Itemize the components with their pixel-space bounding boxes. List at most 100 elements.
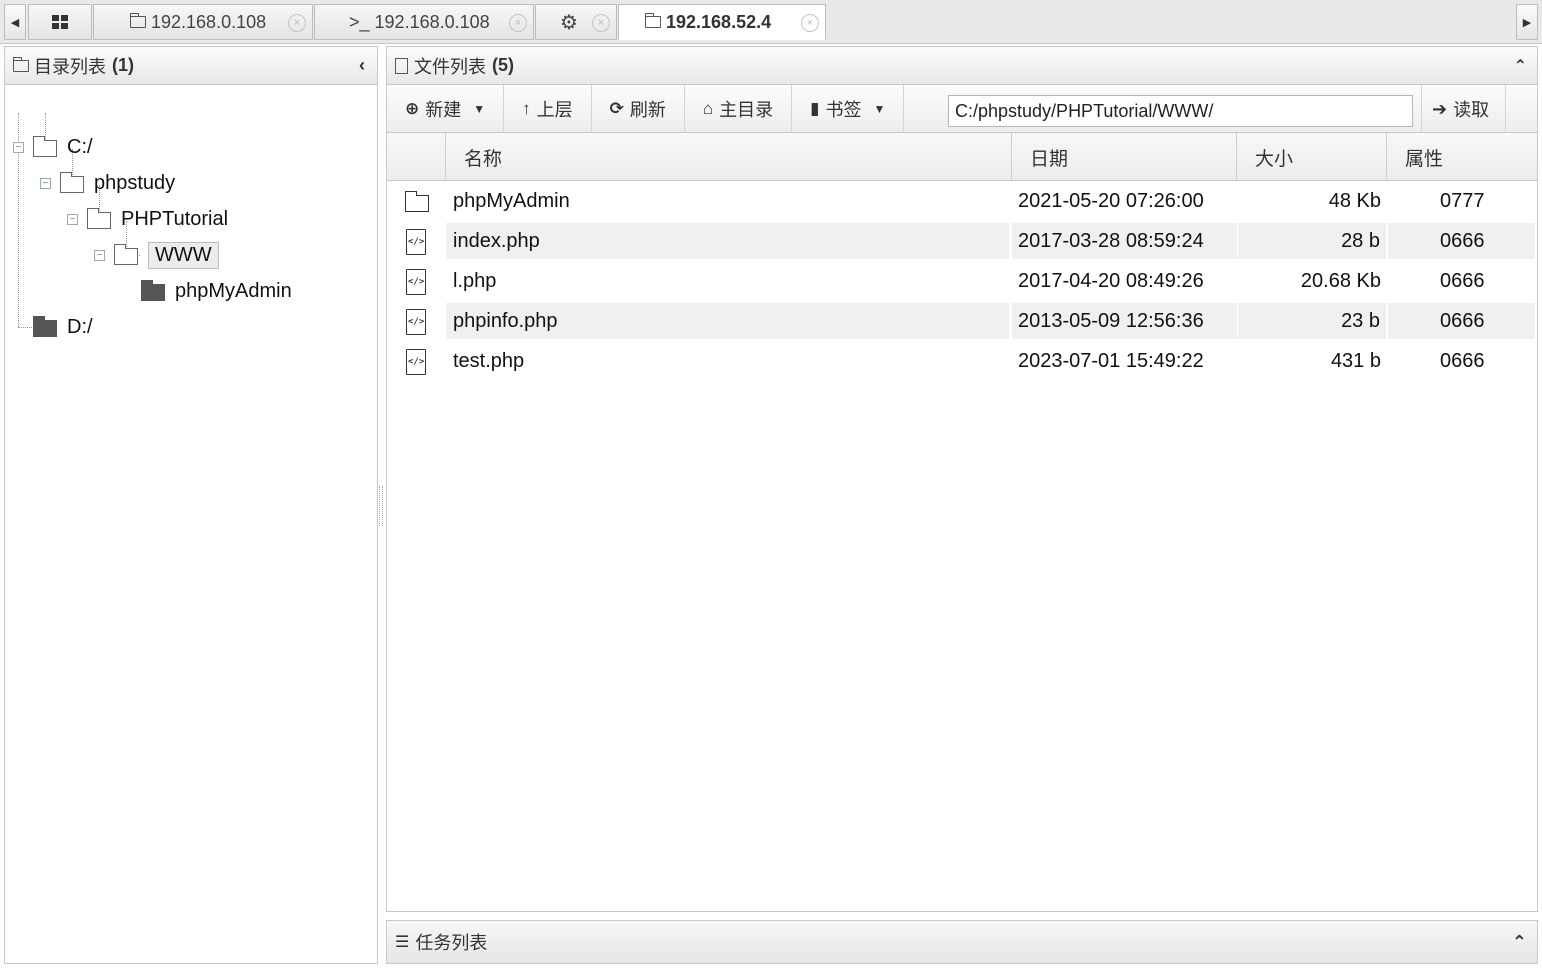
arrow-right-icon: ➔ bbox=[1432, 98, 1448, 119]
new-label: 新建 bbox=[425, 99, 462, 120]
file-grid-header: 名称 日期 大小 属性 bbox=[387, 133, 1537, 181]
new-button[interactable]: ⊕ 新建 ▼ bbox=[387, 85, 505, 132]
up-level-button[interactable]: ↑ 上层 bbox=[504, 85, 592, 132]
bookmark-icon: ▮ bbox=[810, 98, 820, 118]
bookmark-button[interactable]: ▮ 书签 ▼ bbox=[792, 85, 905, 132]
tree-item-label: C:/ bbox=[67, 135, 93, 158]
tree-item-phpstudy[interactable]: phpstudy bbox=[59, 168, 176, 198]
file-toolbar: ⊕ 新建 ▼ ↑ 上层 ⟳ 刷新 ⌂ 主目录 ▮ 书签 ▼ ➔ 读取 bbox=[387, 85, 1537, 133]
read-path-button[interactable]: ➔ 读取 bbox=[1421, 85, 1507, 133]
table-row[interactable]: test.php 2023-07-01 15:49:22 431 b 0666 bbox=[387, 343, 1535, 379]
folder-icon bbox=[129, 13, 146, 28]
close-icon[interactable]: × bbox=[509, 14, 527, 32]
bookmark-label: 书签 bbox=[825, 99, 862, 120]
file-size: 431 b bbox=[1330, 349, 1381, 372]
folder-icon bbox=[32, 316, 57, 337]
tree-item-phpmyadmin[interactable]: phpMyAdmin bbox=[140, 276, 292, 306]
close-icon[interactable]: × bbox=[592, 14, 610, 32]
column-header-name[interactable]: 名称 bbox=[446, 133, 1012, 181]
tree-item-label: phpstudy bbox=[94, 171, 176, 194]
column-header-size[interactable]: 大小 bbox=[1237, 133, 1387, 181]
home-directory-label: 主目录 bbox=[719, 99, 774, 120]
tab-label: 192.168.0.108 bbox=[151, 11, 267, 32]
file-panel-title: 文件列表 bbox=[414, 56, 486, 77]
tree-toggle-phptutorial[interactable]: − bbox=[67, 214, 78, 225]
path-input[interactable] bbox=[948, 95, 1413, 127]
php-file-icon bbox=[406, 309, 426, 335]
column-header-date[interactable]: 日期 bbox=[1012, 133, 1237, 181]
table-row[interactable]: phpMyAdmin 2021-05-20 07:26:00 48 Kb 077… bbox=[387, 183, 1535, 219]
collapse-file-panel-button[interactable]: ⌃ bbox=[1514, 56, 1527, 76]
file-count: (5) bbox=[492, 55, 514, 75]
tree-toggle-phpstudy[interactable]: − bbox=[40, 178, 51, 189]
tree-item-phptutorial[interactable]: PHPTutorial bbox=[86, 204, 228, 234]
column-header-icon bbox=[387, 133, 446, 181]
arrow-up-icon: ↑ bbox=[522, 98, 531, 118]
collapse-panel-button[interactable]: ‹ bbox=[359, 55, 365, 76]
home-directory-button[interactable]: ⌂ 主目录 bbox=[685, 85, 793, 132]
task-panel-title: 任务列表 bbox=[415, 933, 488, 953]
table-row[interactable]: l.php 2017-04-20 08:49:26 20.68 Kb 0666 bbox=[387, 263, 1535, 299]
php-file-icon bbox=[406, 269, 426, 295]
file-panel-header: 文件列表 (5) ⌃ bbox=[387, 47, 1537, 85]
tab-file-manager-active[interactable]: 192.168.52.4 × bbox=[618, 4, 826, 40]
file-size: 23 b bbox=[1238, 303, 1386, 339]
directory-count: (1) bbox=[112, 55, 134, 75]
tab-settings[interactable]: ⚙ × bbox=[535, 4, 617, 40]
caret-down-icon: ▼ bbox=[473, 101, 486, 116]
file-date: 2021-05-20 07:26:00 bbox=[1018, 189, 1204, 212]
table-row[interactable]: phpinfo.php 2013-05-09 12:56:36 23 b 066… bbox=[387, 303, 1535, 339]
file-name: phpinfo.php bbox=[446, 303, 1009, 339]
php-file-icon bbox=[406, 229, 426, 255]
plus-circle-icon: ⊕ bbox=[405, 98, 420, 118]
file-attributes: 0666 bbox=[1388, 223, 1535, 259]
task-panel[interactable]: ☰ 任务列表 ⌃ bbox=[386, 920, 1538, 964]
refresh-button[interactable]: ⟳ 刷新 bbox=[592, 85, 685, 132]
column-header-attributes[interactable]: 属性 bbox=[1387, 133, 1535, 181]
tab-scroll-right-button[interactable]: ▶ bbox=[1516, 4, 1538, 40]
file-icon bbox=[395, 57, 408, 74]
read-label: 读取 bbox=[1453, 100, 1490, 120]
folder-icon bbox=[86, 208, 111, 229]
tab-terminal[interactable]: >_ 192.168.0.108 × bbox=[314, 4, 534, 40]
file-attributes: 0666 bbox=[1440, 349, 1485, 372]
folder-icon bbox=[644, 13, 661, 28]
close-icon[interactable]: × bbox=[801, 14, 819, 32]
home-icon: ⌂ bbox=[702, 98, 714, 118]
tab-dashboard[interactable] bbox=[28, 4, 92, 40]
tab-file-manager-1[interactable]: 192.168.0.108 × bbox=[93, 4, 313, 40]
tree-toggle-www[interactable]: − bbox=[94, 250, 105, 261]
tree-item-label: phpMyAdmin bbox=[175, 279, 292, 302]
caret-left-icon: ◀ bbox=[10, 16, 20, 29]
file-date: 2017-03-28 08:59:24 bbox=[1012, 223, 1237, 259]
caret-down-icon: ▼ bbox=[873, 101, 886, 116]
tab-bar: ◀ 192.168.0.108 × >_ 192.168.0.108 × ⚙ ×… bbox=[0, 0, 1542, 44]
tree-item-label: WWW bbox=[148, 241, 219, 269]
up-level-label: 上层 bbox=[536, 99, 573, 120]
file-name: l.php bbox=[453, 269, 497, 292]
tree-item-d-drive[interactable]: D:/ bbox=[32, 312, 93, 342]
close-icon[interactable]: × bbox=[288, 14, 306, 32]
folder-icon bbox=[140, 280, 165, 301]
file-attributes: 0666 bbox=[1440, 269, 1485, 292]
panel-splitter-handle[interactable] bbox=[379, 486, 383, 526]
folder-icon bbox=[59, 172, 84, 193]
tree-item-c-drive[interactable]: C:/ bbox=[32, 132, 93, 162]
file-size: 48 Kb bbox=[1328, 189, 1381, 212]
tree-toggle-c-drive[interactable]: − bbox=[13, 142, 24, 153]
tab-scroll-left-button[interactable]: ◀ bbox=[4, 4, 26, 40]
directory-panel: 目录列表 (1) ‹ − C:/ − phpstudy − PHPTutoria… bbox=[4, 46, 378, 964]
terminal-icon: >_ bbox=[349, 11, 370, 32]
file-date: 2017-04-20 08:49:26 bbox=[1018, 269, 1204, 292]
folder-icon bbox=[113, 244, 138, 265]
folder-icon bbox=[404, 191, 429, 212]
table-row[interactable]: index.php 2017-03-28 08:59:24 28 b 0666 bbox=[387, 223, 1535, 259]
file-date: 2013-05-09 12:56:36 bbox=[1012, 303, 1237, 339]
refresh-label: 刷新 bbox=[629, 99, 666, 120]
tree-item-www[interactable]: WWW bbox=[113, 240, 219, 270]
expand-task-panel-button[interactable]: ⌃ bbox=[1512, 932, 1527, 953]
tree-item-label: D:/ bbox=[67, 315, 93, 338]
php-file-icon bbox=[406, 349, 426, 375]
tab-label: 192.168.0.108 bbox=[374, 11, 490, 32]
file-attributes: 0777 bbox=[1440, 189, 1485, 212]
